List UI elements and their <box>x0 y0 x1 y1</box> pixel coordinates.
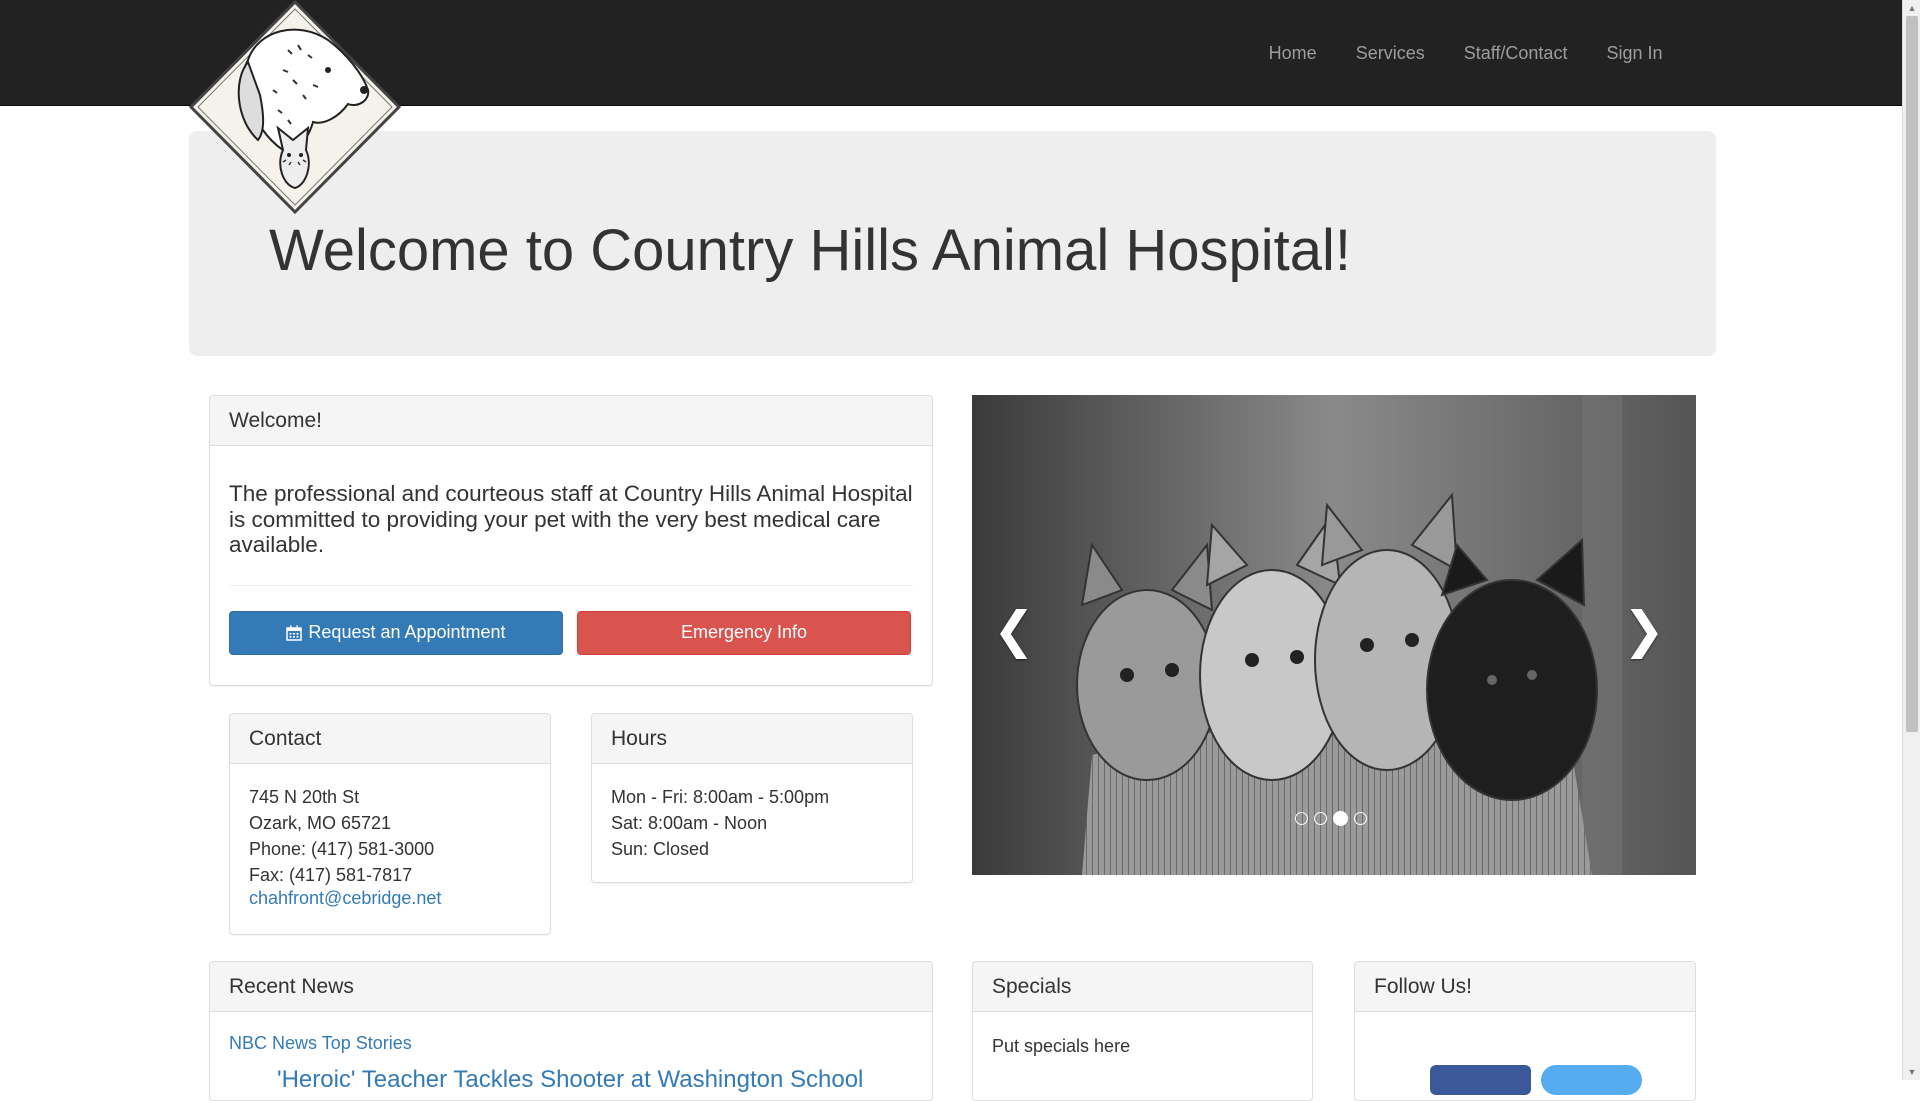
hours-saturday: Sat: 8:00am - Noon <box>611 813 768 833</box>
contact-address-line1: 745 N 20th St <box>249 787 360 807</box>
nav-home[interactable]: Home <box>1249 43 1336 64</box>
kittens-photo <box>972 395 1696 875</box>
calendar-icon <box>286 625 303 641</box>
welcome-panel-heading: Welcome! <box>210 396 932 446</box>
carousel-indicator-active[interactable] <box>1333 811 1348 826</box>
hours-panel: Hours Mon - Fri: 8:00am - 5:00pm Sat: 8:… <box>591 713 913 883</box>
request-appointment-button[interactable]: Request an Appointment <box>229 610 563 655</box>
hours-weekday: Mon - Fri: 8:00am - 5:00pm <box>611 787 830 807</box>
carousel-prev-icon[interactable]: ❮ <box>984 600 1044 660</box>
specials-panel: Specials Put specials here <box>972 961 1313 1101</box>
hospital-logo[interactable] <box>188 0 402 214</box>
carousel-indicator[interactable] <box>1354 812 1367 825</box>
contact-panel-heading: Contact <box>230 714 550 764</box>
nav-services[interactable]: Services <box>1336 43 1444 64</box>
scroll-up-icon[interactable]: ▲ <box>1903 0 1920 16</box>
specials-text: Put specials here <box>992 1036 1131 1056</box>
contact-email-link[interactable]: chahfront@cebridge.net <box>249 888 441 908</box>
scrollbar-thumb[interactable] <box>1906 16 1918 732</box>
contact-panel: Contact 745 N 20th St Ozark, MO 65721 Ph… <box>229 713 551 935</box>
welcome-panel: Welcome! The professional and courteous … <box>209 395 933 686</box>
divider <box>229 584 913 586</box>
hours-sunday: Sun: Closed <box>611 839 710 859</box>
nav-menu: Home Services Staff/Contact Sign In <box>1249 0 1682 106</box>
specials-heading: Specials <box>973 962 1312 1012</box>
contact-fax: Fax: (417) 581-7817 <box>249 865 413 885</box>
carousel-indicator[interactable] <box>1314 812 1327 825</box>
twitter-button[interactable] <box>1541 1065 1642 1095</box>
jumbotron: Welcome to Country Hills Animal Hospital… <box>189 131 1716 356</box>
page-scrollbar[interactable]: ▲ ▼ <box>1902 0 1920 1080</box>
carousel-next-icon[interactable]: ❯ <box>1614 600 1674 660</box>
carousel-indicator[interactable] <box>1295 812 1308 825</box>
news-source-link[interactable]: NBC News Top Stories <box>229 1033 412 1053</box>
contact-address-line2: Ozark, MO 65721 <box>249 813 392 833</box>
nav-staff-contact[interactable]: Staff/Contact <box>1444 43 1587 64</box>
emergency-info-button[interactable]: Emergency Info <box>577 610 911 655</box>
carousel-indicators <box>1295 811 1367 826</box>
emergency-info-label: Emergency Info <box>680 622 808 642</box>
welcome-text: The professional and courteous staff at … <box>229 481 913 557</box>
recent-news-heading: Recent News <box>210 962 932 1012</box>
scroll-down-icon[interactable]: ▼ <box>1903 1064 1920 1080</box>
facebook-button[interactable] <box>1430 1065 1531 1095</box>
image-carousel[interactable]: ❮ ❯ <box>972 395 1696 875</box>
follow-us-heading: Follow Us! <box>1355 962 1695 1012</box>
recent-news-panel: Recent News NBC News Top Stories 'Heroic… <box>209 961 933 1101</box>
hours-panel-heading: Hours <box>592 714 912 764</box>
request-appointment-label: Request an Appointment <box>308 622 506 642</box>
nav-sign-in[interactable]: Sign In <box>1587 43 1682 64</box>
contact-phone: Phone: (417) 581-3000 <box>249 839 435 859</box>
page-title: Welcome to Country Hills Animal Hospital… <box>269 218 1351 283</box>
